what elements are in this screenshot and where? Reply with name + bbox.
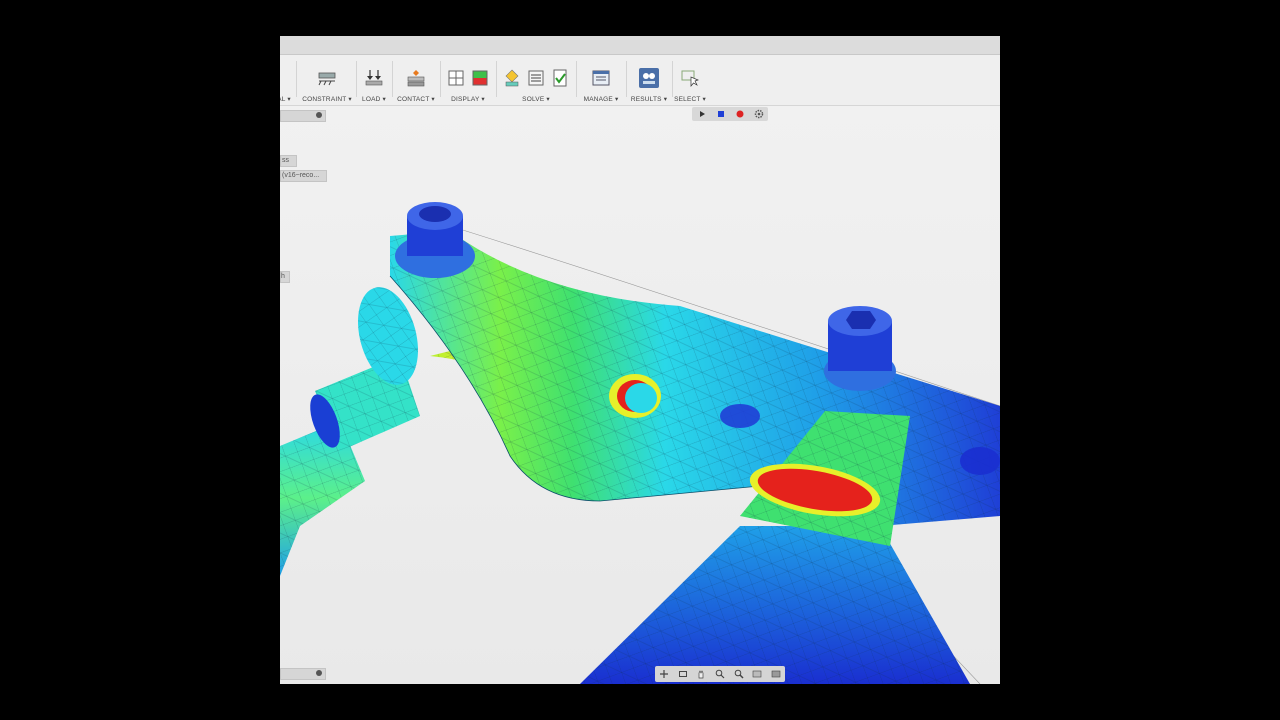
display-settings-icon[interactable] xyxy=(752,669,762,679)
toolbar-group-contact[interactable]: CONTACT ▾ xyxy=(396,57,436,103)
comments-panel-header[interactable] xyxy=(280,668,326,680)
material-icon xyxy=(280,68,288,88)
toolbar-group-results[interactable]: RESULTS ▾ xyxy=(630,57,668,103)
stress-hotspot-hole xyxy=(609,374,661,418)
tie-rod xyxy=(280,287,420,576)
pan-icon[interactable] xyxy=(696,669,706,679)
toolbar-group-load[interactable]: LOAD ▾ xyxy=(360,57,388,103)
zoom-icon[interactable] xyxy=(715,669,725,679)
toolbar-label-material: AL ▾ xyxy=(280,96,291,103)
stop-icon[interactable] xyxy=(716,109,726,119)
settings-icon[interactable] xyxy=(754,109,764,119)
toolbar-group-manage[interactable]: MANAGE ▾ xyxy=(580,57,622,103)
mesh-display-icon xyxy=(448,70,464,86)
play-icon[interactable] xyxy=(697,109,707,119)
browser-panel-header[interactable] xyxy=(280,110,326,122)
app-window: AL ▾ CONSTRAINT ▾ LOAD ▾ xyxy=(280,36,1000,684)
browser-item-version[interactable]: (v16~reco... xyxy=(280,170,327,182)
collapse-icon[interactable] xyxy=(316,670,322,676)
precheck-icon xyxy=(505,69,519,87)
toolbar-group-material[interactable]: AL ▾ xyxy=(280,57,292,103)
toolbar-label-constraint: CONSTRAINT ▾ xyxy=(302,96,352,103)
collapse-icon[interactable] xyxy=(316,112,322,118)
contact-icon xyxy=(407,70,425,87)
toolbar-group-select[interactable]: SELECT ▾ xyxy=(674,57,706,103)
browser-item[interactable]: ss xyxy=(280,155,297,167)
record-icon[interactable] xyxy=(735,109,745,119)
display-icon xyxy=(472,70,488,86)
toolbar-label-display: DISPLAY ▾ xyxy=(451,96,485,103)
toolbar-divider xyxy=(296,61,297,97)
toolbar-label-solve: SOLVE ▾ xyxy=(522,96,550,103)
toolbar-label-results: RESULTS ▾ xyxy=(630,96,668,103)
toolbar-group-display[interactable]: DISPLAY ▾ xyxy=(444,57,492,103)
lower-strut xyxy=(580,526,970,684)
solve-icon xyxy=(528,70,544,86)
toolbar-divider xyxy=(392,61,393,97)
stress-model-render xyxy=(280,202,1000,684)
animation-controls xyxy=(692,107,768,121)
toolbar-divider xyxy=(672,61,673,97)
toolbar-group-constraint[interactable]: CONSTRAINT ▾ xyxy=(302,57,352,103)
look-at-icon[interactable] xyxy=(678,669,688,679)
select-icon xyxy=(681,70,699,87)
orbit-icon[interactable] xyxy=(659,669,669,679)
toolbar-label-manage: MANAGE ▾ xyxy=(583,96,619,103)
fit-icon[interactable] xyxy=(734,669,744,679)
manage-icon xyxy=(592,70,610,86)
toolbar-label-select: SELECT ▾ xyxy=(674,96,706,103)
navigation-bar xyxy=(655,666,785,682)
bolt-head-left xyxy=(395,202,475,278)
load-icon xyxy=(365,70,383,86)
toolbar-group-solve[interactable]: SOLVE ▾ xyxy=(500,57,572,103)
toolbar-divider xyxy=(496,61,497,97)
title-bar xyxy=(280,36,1000,55)
toolbar-divider xyxy=(440,61,441,97)
toolbar-divider xyxy=(626,61,627,97)
toolbar-label-contact: CONTACT ▾ xyxy=(397,96,435,103)
ribbon-toolbar: AL ▾ CONSTRAINT ▾ LOAD ▾ xyxy=(280,55,1000,106)
upper-control-arm xyxy=(389,231,1000,526)
toolbar-divider xyxy=(576,61,577,97)
check-icon xyxy=(553,69,567,87)
toolbar-divider xyxy=(356,61,357,97)
browser-side-tab[interactable]: h xyxy=(280,271,290,283)
toolbar-label-load: LOAD ▾ xyxy=(362,96,386,103)
3d-viewport[interactable]: ss (v16~reco... h xyxy=(280,106,1000,684)
results-icon xyxy=(639,68,659,88)
constraint-icon xyxy=(318,72,336,86)
grid-icon[interactable] xyxy=(771,669,781,679)
